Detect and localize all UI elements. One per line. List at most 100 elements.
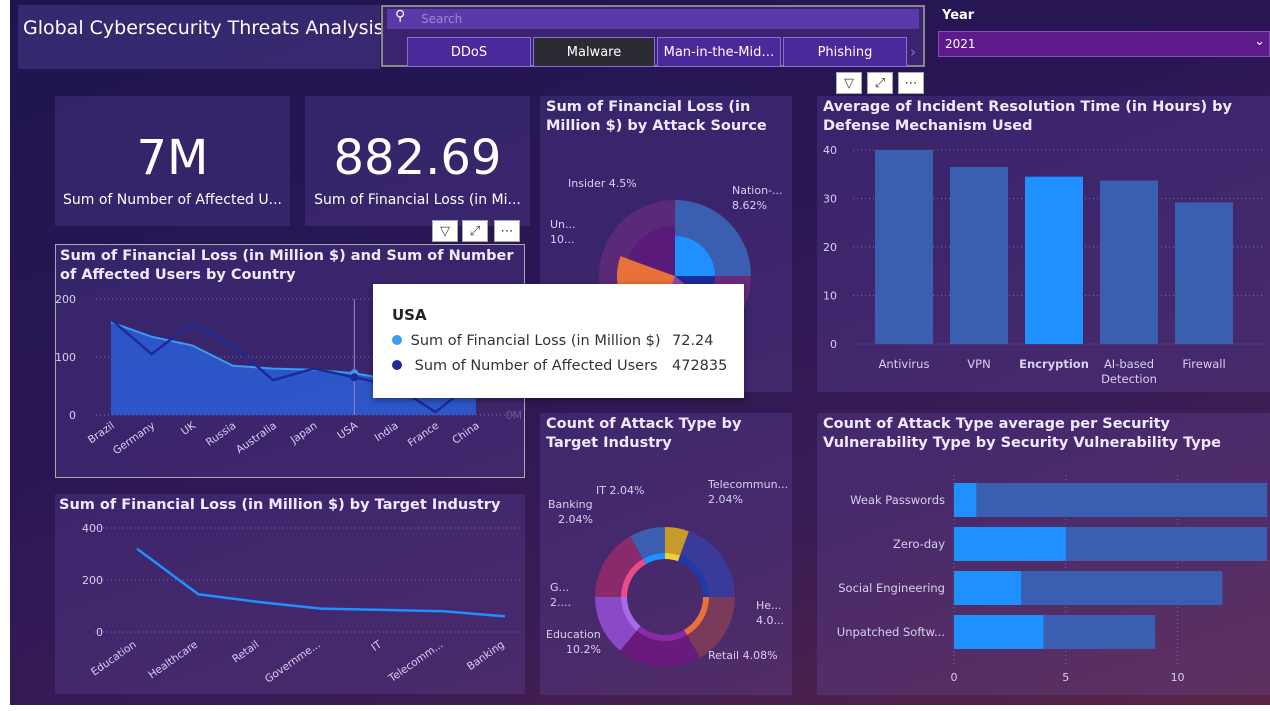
data-label: 4.0... xyxy=(756,614,784,627)
x-tick-label: Russia xyxy=(204,420,239,449)
bar xyxy=(954,615,1044,649)
search-icon: ⚲ xyxy=(395,8,406,24)
search-input[interactable]: Search xyxy=(421,12,462,26)
x-tick-label: Retail xyxy=(230,639,261,666)
industry-line-chart: 0 200 400 Education Healthcare Retail Governme… xyxy=(82,522,520,686)
x-tick-label: Healthcare xyxy=(146,639,200,682)
x-tick-label: France xyxy=(406,420,441,450)
year-value: 2021 xyxy=(945,37,976,51)
y2-tick-label: 0M xyxy=(506,409,523,422)
slicer-option-malware[interactable]: Malware xyxy=(533,37,655,67)
y-tick-label: Unpatched Softw... xyxy=(837,625,945,639)
x-tick-label: Antivirus xyxy=(879,357,930,371)
slicer-option-mitm[interactable]: Man-in-the-Mid… xyxy=(657,37,781,67)
bar-background xyxy=(954,483,1267,517)
chart-title: Average of Incident Resolution Time (in … xyxy=(823,99,1232,134)
legend-dot-icon xyxy=(392,360,402,370)
more-options-icon[interactable]: ⋯ xyxy=(494,220,520,242)
bar xyxy=(954,483,977,517)
data-label: Un... xyxy=(550,218,576,231)
dashboard-canvas: Global Cybersecurity Threats Analysis ⚲ … xyxy=(10,0,1270,705)
data-label: Banking xyxy=(548,498,593,511)
line-financial-loss xyxy=(136,547,506,618)
data-label: Telecommun... xyxy=(707,478,788,491)
data-label: Nation-... xyxy=(732,184,783,197)
bar xyxy=(950,166,1008,344)
kpi-value: 7M xyxy=(136,130,209,186)
year-dropdown[interactable]: 2021 ⌄ xyxy=(938,31,1270,57)
x-tick-label: VPN xyxy=(967,357,990,371)
vulnerability-bar-chart: 0 5 10 Weak Passwords Zero-day Social Enginee… xyxy=(837,475,1267,684)
bar xyxy=(954,571,1022,605)
data-label: 10.2% xyxy=(566,643,601,656)
kpi-label: Sum of Number of Affected U... xyxy=(63,192,282,208)
kpi-card-financial-loss: 882.69 Sum of Financial Loss (in Mi... xyxy=(305,96,530,226)
attack-industry-donut: IT 2.04% Telecommun... 2.04% Banking 2.04% G.… xyxy=(546,478,788,667)
filter-icon[interactable]: ▽ xyxy=(836,72,862,94)
chart-title: Sum of Financial Loss (in Million $) by … xyxy=(59,497,501,513)
kpi-card-affected-users: 7M Sum of Number of Affected U... xyxy=(55,96,290,226)
y-tick-label: 0 xyxy=(830,338,837,351)
slicer-option-phishing[interactable]: Phishing xyxy=(783,37,907,67)
data-label: 2.04% xyxy=(558,513,593,526)
y-tick-label: 10 xyxy=(823,290,837,303)
vulnerability-chart-card[interactable]: Count of Attack Type average per Securit… xyxy=(817,413,1270,695)
y-tick-label: 400 xyxy=(82,522,103,535)
slicer-search-bar[interactable]: ⚲ Search xyxy=(387,8,919,29)
attack-industry-card[interactable]: Count of Attack Type by Target Industry … xyxy=(540,413,792,695)
x-tick-label: Banking xyxy=(465,639,507,673)
x-tick-label: Brazil xyxy=(86,420,117,447)
kpi-label: Sum of Financial Loss (in Mi... xyxy=(314,192,521,208)
filter-icon[interactable]: ▽ xyxy=(432,220,458,242)
industry-line-chart-card[interactable]: Sum of Financial Loss (in Million $) by … xyxy=(55,494,525,694)
x-tick-label: IT xyxy=(369,638,384,654)
x-tick-label: Education xyxy=(89,639,139,679)
year-label: Year xyxy=(942,8,975,23)
data-label: He... xyxy=(756,599,782,612)
focus-mode-icon[interactable]: ⤢ xyxy=(867,72,893,94)
tooltip-title: USA xyxy=(392,306,427,324)
chart-title: Sum of Financial Loss (in Million $) and… xyxy=(60,248,514,283)
x-tick-label: Detection xyxy=(1101,372,1157,386)
x-tick-label: China xyxy=(450,420,481,447)
attack-type-slicer[interactable]: ⚲ Search DDoS Malware Man-in-the-Mid… Ph… xyxy=(381,5,925,67)
bar xyxy=(1175,202,1233,344)
data-label: G... xyxy=(550,581,569,594)
slicer-option-ddos[interactable]: DDoS xyxy=(407,37,531,67)
y-tick-label: Zero-day xyxy=(893,537,945,551)
tooltip-value: 72.24 xyxy=(672,333,714,349)
focus-mode-icon[interactable]: ⤢ xyxy=(462,220,488,242)
page-title: Global Cybersecurity Threats Analysis xyxy=(23,17,384,39)
bar xyxy=(954,527,1066,561)
x-tick-label: Firewall xyxy=(1182,357,1225,371)
kpi-value: 882.69 xyxy=(333,130,502,186)
chevron-right-icon[interactable]: › xyxy=(910,43,916,61)
more-options-icon[interactable]: ⋯ xyxy=(898,72,924,94)
x-tick-label: UK xyxy=(179,419,199,438)
chart-title: Sum of Financial Loss (in Million $) by … xyxy=(546,99,767,134)
data-label: 2.04% xyxy=(708,493,743,506)
y-tick-label: 200 xyxy=(56,293,76,306)
chart-title: Count of Attack Type by Target Industry xyxy=(546,416,742,451)
chart-title: Count of Attack Type average per Securit… xyxy=(823,416,1221,451)
data-label: Insider 4.5% xyxy=(568,177,637,190)
tooltip-row: Sum of Financial Loss (in Million $) xyxy=(392,333,661,349)
x-tick-label: Encryption xyxy=(1019,357,1089,371)
x-tick-label: Germany xyxy=(111,420,157,458)
y-tick-label: Weak Passwords xyxy=(850,493,945,507)
bar xyxy=(1025,176,1083,344)
data-label: 10... xyxy=(550,233,575,246)
resolution-chart-card[interactable]: Average of Incident Resolution Time (in … xyxy=(817,96,1270,392)
tooltip-row: Sum of Number of Affected Users xyxy=(392,358,658,374)
y-tick-label: Social Engineering xyxy=(838,581,945,595)
y-tick-label: 100 xyxy=(56,351,76,364)
title-card: Global Cybersecurity Threats Analysis xyxy=(18,5,384,69)
legend-dot-icon xyxy=(392,335,402,345)
tooltip-label: Sum of Financial Loss (in Million $) xyxy=(410,333,661,349)
resolution-bar-chart: 0 10 20 30 40 Antivirus VPN Encryption AI-basedD… xyxy=(823,144,1262,386)
tooltip-value: 472835 xyxy=(672,358,728,374)
tooltip-label: Sum of Number of Affected Users xyxy=(414,358,658,374)
x-tick-label: India xyxy=(373,420,401,445)
chevron-down-icon: ⌄ xyxy=(1254,34,1265,49)
y-tick-label: 200 xyxy=(82,574,103,587)
